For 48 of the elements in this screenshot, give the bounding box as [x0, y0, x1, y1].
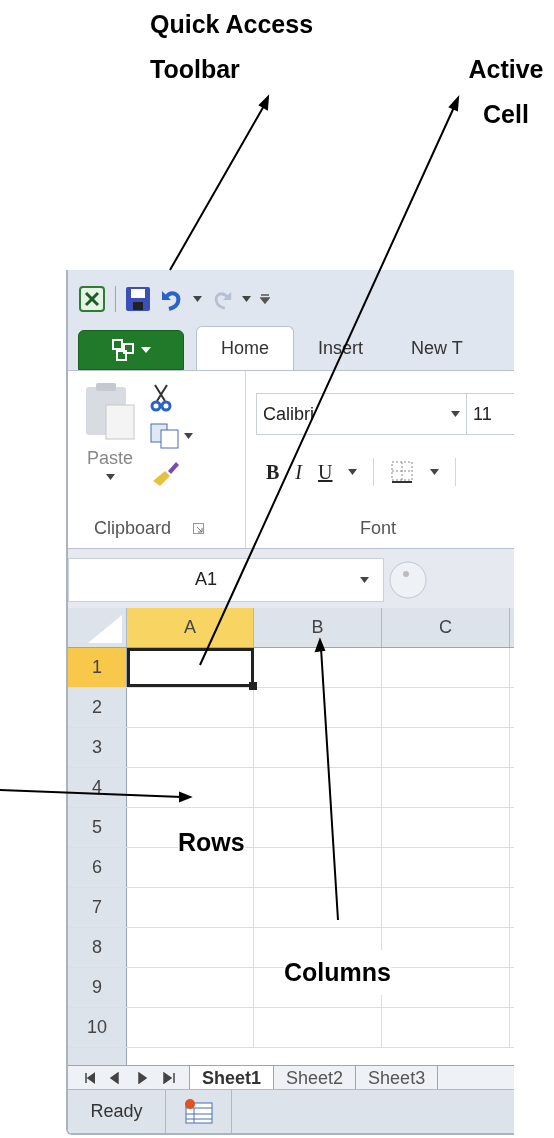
caret-icon — [348, 469, 358, 475]
annotation-label: Quick Access Toolbar — [150, 9, 315, 85]
row-header[interactable]: 2 — [68, 688, 127, 727]
group-label: Font — [360, 516, 397, 540]
ribbon-tab[interactable]: Home — [196, 326, 294, 370]
annotation-label: Columns — [284, 950, 391, 995]
dialog-launcher-icon[interactable] — [193, 522, 205, 534]
row-header[interactable]: 6 — [68, 848, 127, 887]
row-header[interactable]: 1 — [68, 648, 127, 687]
annotation-label: Active Cell — [467, 54, 545, 130]
spreadsheet-logo-icon[interactable] — [78, 285, 106, 313]
fill-handle[interactable] — [249, 682, 257, 690]
caret-icon — [360, 576, 369, 583]
paste-button[interactable]: Paste — [78, 381, 142, 508]
caret-icon — [141, 347, 151, 353]
row-header[interactable]: 10 — [68, 1008, 127, 1047]
sheet-nav-arrow-icon[interactable] — [107, 1071, 122, 1084]
sheet-nav-arrow-icon[interactable] — [135, 1071, 150, 1084]
row-header[interactable]: 5 — [68, 808, 127, 847]
row-header[interactable]: 8 — [68, 928, 127, 967]
row-header[interactable]: 9 — [68, 968, 127, 1007]
name-box[interactable]: A1 — [68, 557, 384, 602]
row-header[interactable]: 3 — [68, 728, 127, 767]
file-menu-button[interactable] — [78, 330, 184, 370]
status-text: Ready — [68, 1090, 166, 1133]
active-cell[interactable] — [127, 648, 254, 687]
borders-icon[interactable] — [390, 460, 415, 484]
caret-icon — [193, 296, 202, 302]
caret-icon — [242, 296, 251, 302]
scissors-icon[interactable] — [150, 383, 172, 413]
grid-logo-icon — [111, 338, 135, 362]
format-button[interactable]: B — [266, 457, 280, 487]
group-label: Clipboard — [94, 516, 172, 540]
caret-icon — [430, 469, 440, 475]
customize-toolbar-icon[interactable] — [260, 294, 270, 304]
row-header[interactable]: 7 — [68, 888, 127, 927]
sheet-nav-arrow-icon[interactable] — [162, 1071, 177, 1084]
column-header[interactable]: A — [127, 608, 254, 647]
ribbon-tab[interactable]: New T — [387, 326, 487, 370]
sheet-tab[interactable]: Sheet1 — [190, 1066, 275, 1089]
column-header[interactable]: C — [382, 608, 510, 647]
format-button[interactable]: I — [295, 457, 302, 487]
row-header[interactable]: 4 — [68, 768, 127, 807]
save-icon[interactable] — [125, 286, 151, 312]
caret-icon — [105, 474, 115, 480]
caret-icon — [184, 433, 193, 439]
macro-recording-icon[interactable] — [183, 1098, 214, 1125]
format-button[interactable]: U — [318, 457, 333, 487]
